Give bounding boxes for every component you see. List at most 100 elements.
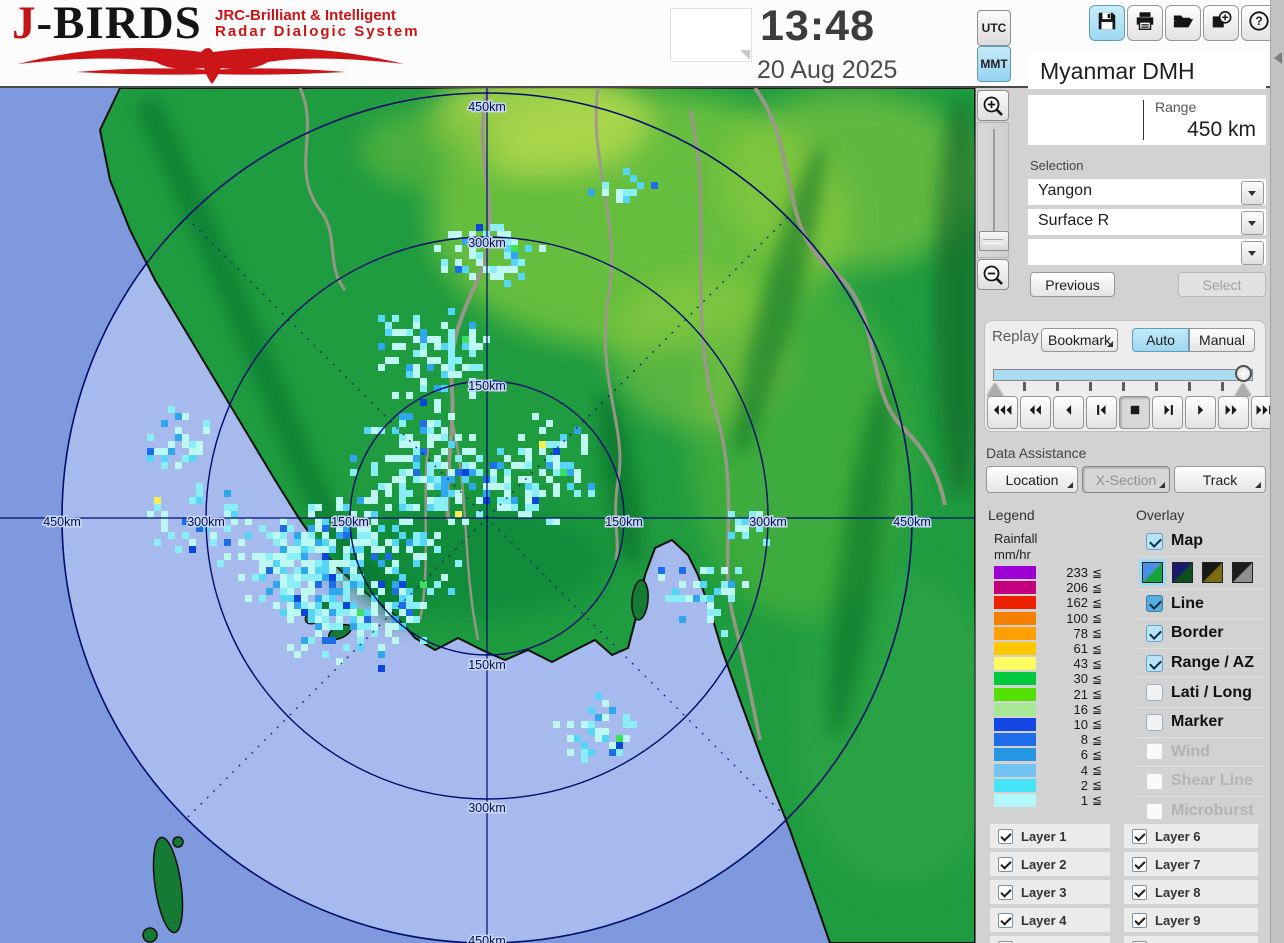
fast-rewind-button[interactable]	[987, 396, 1018, 429]
rewind-button[interactable]	[1020, 396, 1051, 429]
layer-label: Layer 6	[1155, 828, 1201, 844]
replay-manual-button[interactable]: Manual	[1189, 328, 1255, 352]
previous-button[interactable]: Previous	[1030, 272, 1115, 297]
less-equal-icon: ≦	[1092, 793, 1103, 808]
location-button[interactable]: Location	[986, 466, 1078, 493]
ring-label: 450km	[43, 515, 81, 529]
legend-color-swatch	[994, 748, 1036, 762]
track-button[interactable]: Track	[1174, 466, 1266, 493]
less-equal-icon: ≦	[1092, 778, 1103, 793]
slider-tick	[1221, 382, 1224, 391]
radar-map[interactable]: 450km 300km 150km 150km 300km 450km 450km 300km…	[0, 88, 976, 943]
selection-dropdown-extra[interactable]	[1028, 239, 1266, 265]
timezone-mmt-button[interactable]: MMT	[977, 46, 1011, 82]
layer-label: Layer 4	[1021, 912, 1067, 928]
ring-label: 300km	[187, 515, 225, 529]
slider-tick	[1089, 382, 1092, 391]
play-icon	[1189, 403, 1213, 422]
data-assistance-label: Data Assistance	[986, 445, 1087, 461]
Layer 3-checkbox[interactable]	[998, 884, 1013, 900]
border-checkbox[interactable]	[1146, 624, 1163, 642]
bookmark-button[interactable]: Bookmark	[1041, 328, 1118, 352]
layer-row-layer-8: Layer 8	[1124, 880, 1258, 904]
play-reverse-button[interactable]	[1053, 396, 1084, 429]
selection-dropdown-product-value: Surface R	[1038, 212, 1110, 229]
overlay-item-label: Shear Line	[1171, 772, 1253, 790]
replay-slider-start-handle[interactable]	[987, 383, 1003, 396]
Layer 7-checkbox[interactable]	[1132, 856, 1147, 872]
ring-label: 150km	[468, 379, 506, 393]
map-style-swatch-1[interactable]	[1139, 559, 1166, 587]
Layer 9-checkbox[interactable]	[1132, 912, 1147, 928]
replay-slider-track[interactable]	[993, 369, 1253, 381]
legend-threshold-value: 162	[1066, 595, 1088, 611]
less-equal-icon: ≦	[1092, 732, 1103, 747]
Layer 8-checkbox[interactable]	[1132, 884, 1147, 900]
layer-label: Layer 1	[1021, 828, 1067, 844]
ring-label: 150km	[605, 515, 643, 529]
Layer 4-checkbox[interactable]	[998, 912, 1013, 928]
map-checkbox[interactable]	[1146, 532, 1163, 550]
zoom-slider[interactable]	[977, 122, 1009, 258]
less-equal-icon: ≦	[1092, 656, 1103, 671]
toolbar-export-image-button[interactable]	[1203, 5, 1239, 41]
legend-color-swatch	[994, 763, 1036, 777]
zoom-out-button[interactable]	[977, 259, 1009, 290]
Layer 6-checkbox[interactable]	[1132, 828, 1147, 844]
collapse-panel-icon[interactable]	[1274, 52, 1282, 64]
chevron-down-icon[interactable]	[1241, 211, 1264, 235]
zoom-slider-thumb[interactable]	[979, 231, 1009, 251]
panel-collapse-strip	[1270, 0, 1284, 943]
legend-color-swatch	[994, 702, 1036, 716]
legend-threshold-value: 78	[1073, 625, 1088, 641]
lati-long-checkbox[interactable]	[1146, 684, 1163, 702]
playback-controls	[987, 396, 1282, 429]
toolbar-save-button[interactable]	[1089, 5, 1125, 41]
overlay-row-line: Line	[1136, 590, 1266, 620]
chevron-down-icon[interactable]	[1241, 181, 1264, 205]
toolbar-open-folder-button[interactable]	[1165, 5, 1201, 41]
select-button[interactable]: Select	[1178, 272, 1266, 297]
map-style-swatch-3[interactable]	[1202, 562, 1223, 584]
legend-row: 1 ≦	[994, 793, 1102, 808]
line-checkbox[interactable]	[1146, 595, 1163, 613]
check-icon	[1134, 857, 1146, 870]
legend-threshold-value: 61	[1073, 641, 1088, 657]
map-style-swatch-2[interactable]	[1172, 562, 1193, 584]
overlay-item-label: Line	[1171, 594, 1204, 612]
layer-label: Layer 7	[1155, 856, 1201, 872]
step-forward-button[interactable]	[1152, 396, 1183, 429]
marker-checkbox[interactable]	[1146, 713, 1163, 731]
selection-dropdown-site[interactable]: Yangon	[1028, 179, 1266, 205]
overlay-row-marker: Marker	[1136, 708, 1266, 738]
x-section-button[interactable]: X-Section	[1082, 466, 1170, 493]
stop-icon	[1123, 403, 1147, 422]
overlay-item-label: Range / AZ	[1171, 654, 1254, 672]
Layer 2-checkbox[interactable]	[998, 856, 1013, 872]
layer-row-layer-4: Layer 4	[990, 908, 1110, 932]
range-az-checkbox[interactable]	[1146, 654, 1163, 672]
Layer 1-checkbox[interactable]	[998, 828, 1013, 844]
replay-slider-end-handle[interactable]	[1235, 383, 1251, 396]
microburst-checkbox	[1146, 802, 1163, 820]
replay-slider-thumb[interactable]	[1235, 365, 1252, 382]
slider-tick	[1122, 382, 1125, 391]
less-equal-icon: ≦	[1092, 747, 1103, 762]
legend-row: 100 ≦	[994, 611, 1102, 626]
stop-button[interactable]	[1119, 396, 1150, 429]
step-back-button[interactable]	[1086, 396, 1117, 429]
play-button[interactable]	[1185, 396, 1216, 429]
toolbar-print-button[interactable]	[1127, 5, 1163, 41]
zoom-in-button[interactable]	[977, 90, 1009, 121]
fast-forward-button[interactable]	[1218, 396, 1249, 429]
legend-threshold-value: 2	[1080, 777, 1088, 793]
overlay-item-label: Microburst	[1171, 802, 1254, 820]
legend-row: 8 ≦	[994, 732, 1102, 747]
replay-auto-button[interactable]: Auto	[1132, 328, 1189, 352]
timezone-utc-button[interactable]: UTC	[977, 10, 1011, 46]
selection-dropdown-product[interactable]: Surface R	[1028, 209, 1266, 235]
map-style-swatch-4[interactable]	[1232, 562, 1253, 584]
chevron-down-icon[interactable]	[1241, 241, 1264, 265]
slider-tick	[1188, 382, 1191, 391]
check-icon	[1134, 913, 1146, 926]
